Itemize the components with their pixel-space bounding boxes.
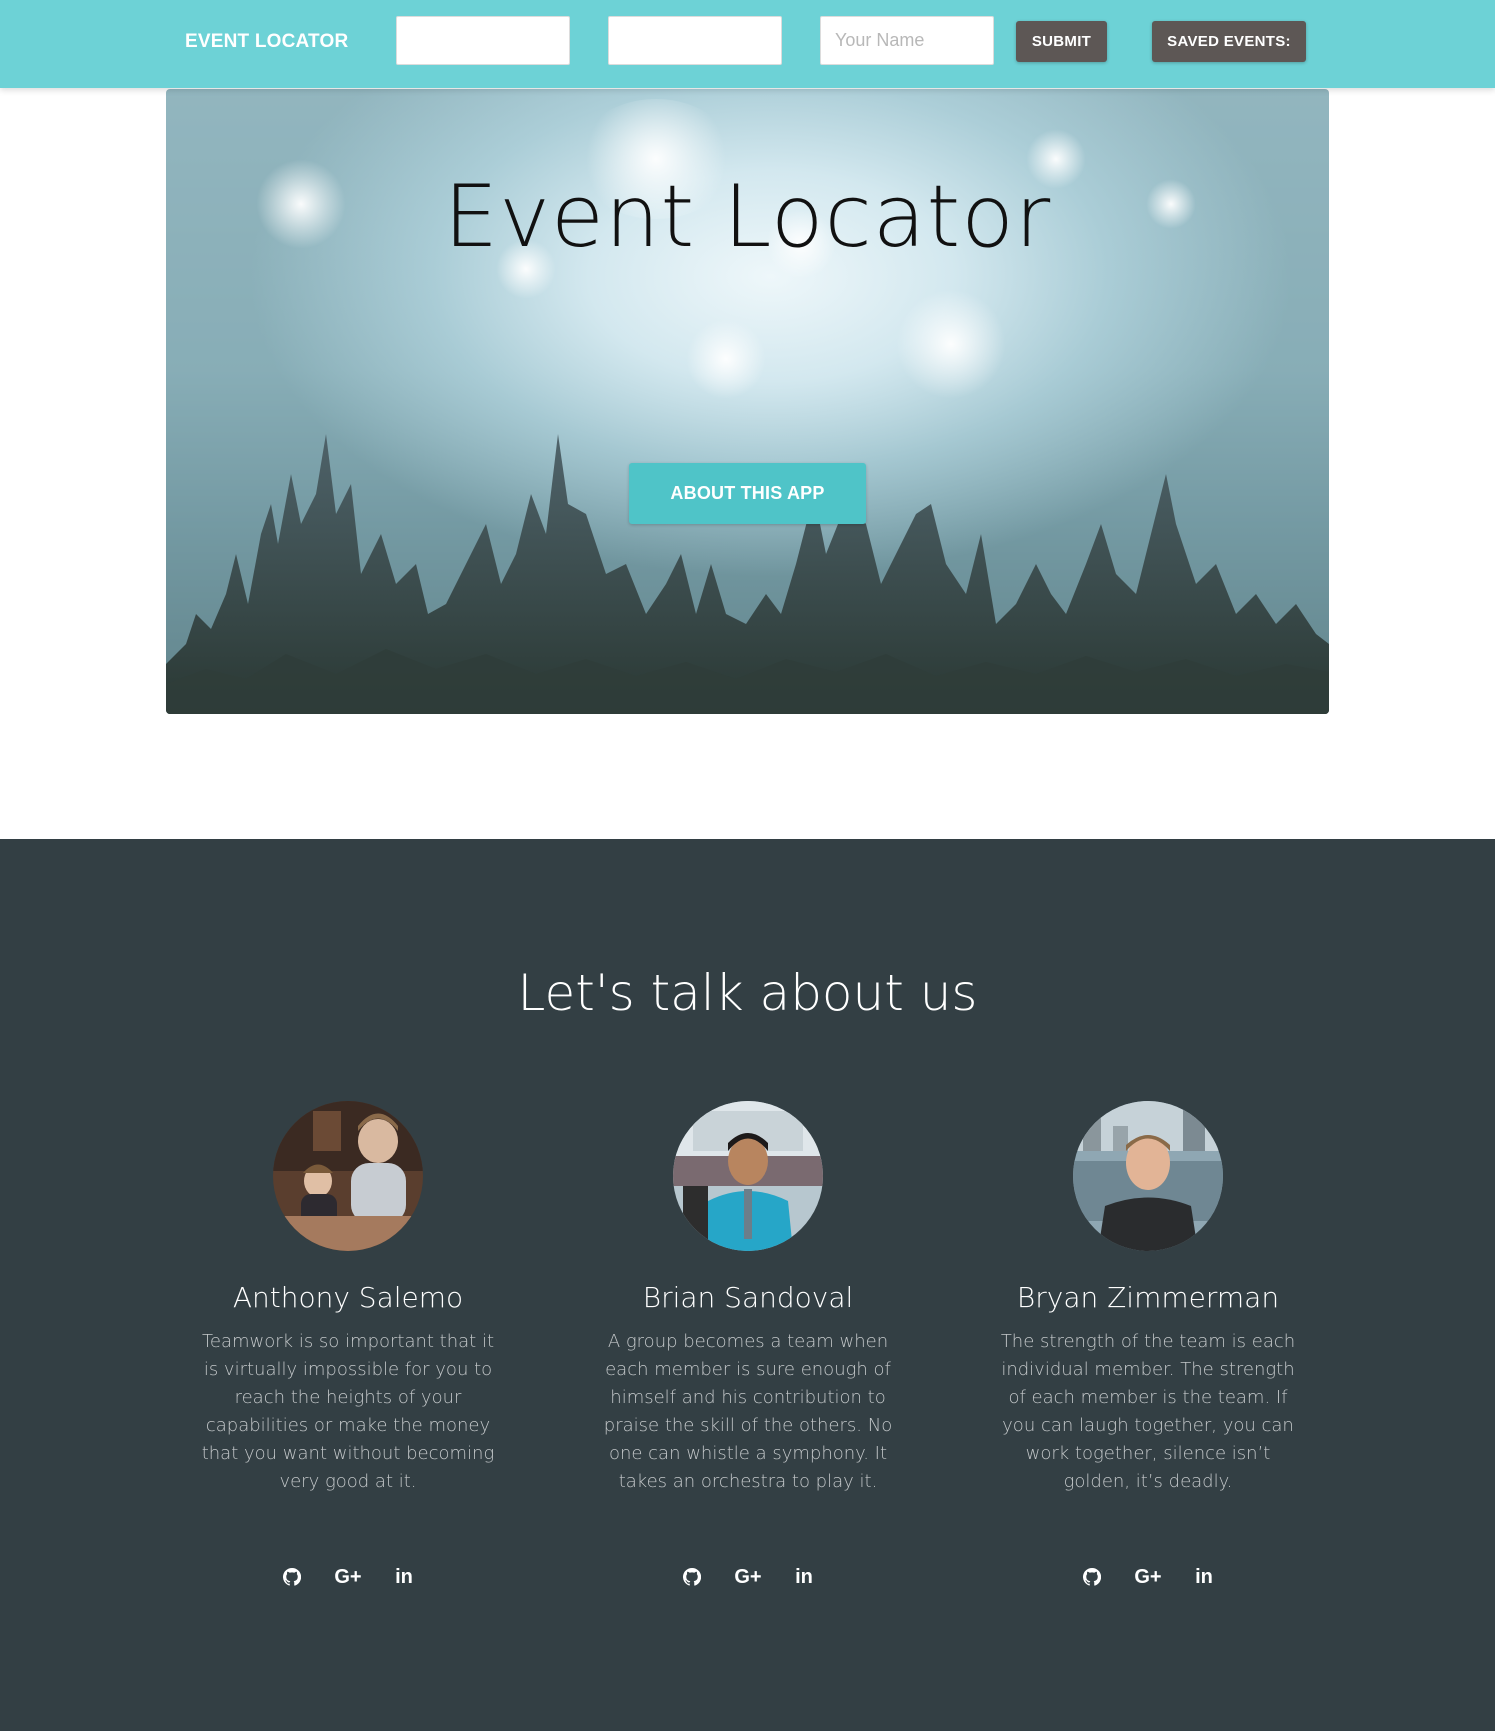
member-bio: The strength of the team is each individ… (1000, 1331, 1296, 1492)
team-member-card: Brian Sandoval A group becomes a team wh… (583, 1101, 913, 1588)
linkedin-icon[interactable]: in (1193, 1566, 1215, 1588)
name-input[interactable] (820, 16, 994, 65)
about-section: Let's talk about us Anthony Salemo Teamw… (0, 839, 1495, 1731)
google-plus-icon[interactable]: G+ (1134, 1566, 1161, 1588)
stage-light (896, 289, 1006, 399)
avatar (1073, 1101, 1223, 1251)
section-title: Let's talk about us (517, 964, 978, 1022)
submit-button[interactable]: SUBMIT (1016, 21, 1107, 62)
social-links: G+ in (583, 1566, 913, 1588)
stage-light (686, 319, 766, 399)
about-this-app-button[interactable]: ABOUT THIS APP (629, 463, 866, 524)
team-member-card: Anthony Salemo Teamwork is so important … (183, 1101, 513, 1588)
member-name: Anthony Salemo (232, 1281, 464, 1314)
google-plus-icon[interactable]: G+ (734, 1566, 761, 1588)
brand-logo[interactable]: EVENT LOCATOR (185, 31, 348, 53)
member-bio: Teamwork is so important that it is virt… (201, 1331, 495, 1492)
google-plus-icon[interactable]: G+ (334, 1566, 361, 1588)
social-links: G+ in (983, 1566, 1313, 1588)
github-icon[interactable] (681, 1566, 703, 1588)
github-icon[interactable] (281, 1566, 303, 1588)
team-member-card: Bryan Zimmerman The strength of the team… (983, 1101, 1313, 1588)
avatar (273, 1101, 423, 1251)
search-input-1[interactable] (396, 16, 570, 65)
hero-title: Event Locator (443, 167, 1052, 267)
github-icon[interactable] (1081, 1566, 1103, 1588)
social-links: G+ in (183, 1566, 513, 1588)
linkedin-icon[interactable]: in (393, 1566, 415, 1588)
member-bio: A group becomes a team when each member … (603, 1331, 893, 1492)
search-input-2[interactable] (608, 16, 782, 65)
member-name: Brian Sandoval (642, 1281, 854, 1314)
crowd-silhouette (166, 434, 1329, 714)
navbar: EVENT LOCATOR SUBMIT SAVED EVENTS: (0, 0, 1495, 88)
member-name: Bryan Zimmerman (1016, 1281, 1280, 1314)
avatar (673, 1101, 823, 1251)
saved-events-button[interactable]: SAVED EVENTS: (1152, 21, 1306, 62)
linkedin-icon[interactable]: in (793, 1566, 815, 1588)
hero-banner: Event Locator ABOUT THIS APP (166, 89, 1329, 714)
